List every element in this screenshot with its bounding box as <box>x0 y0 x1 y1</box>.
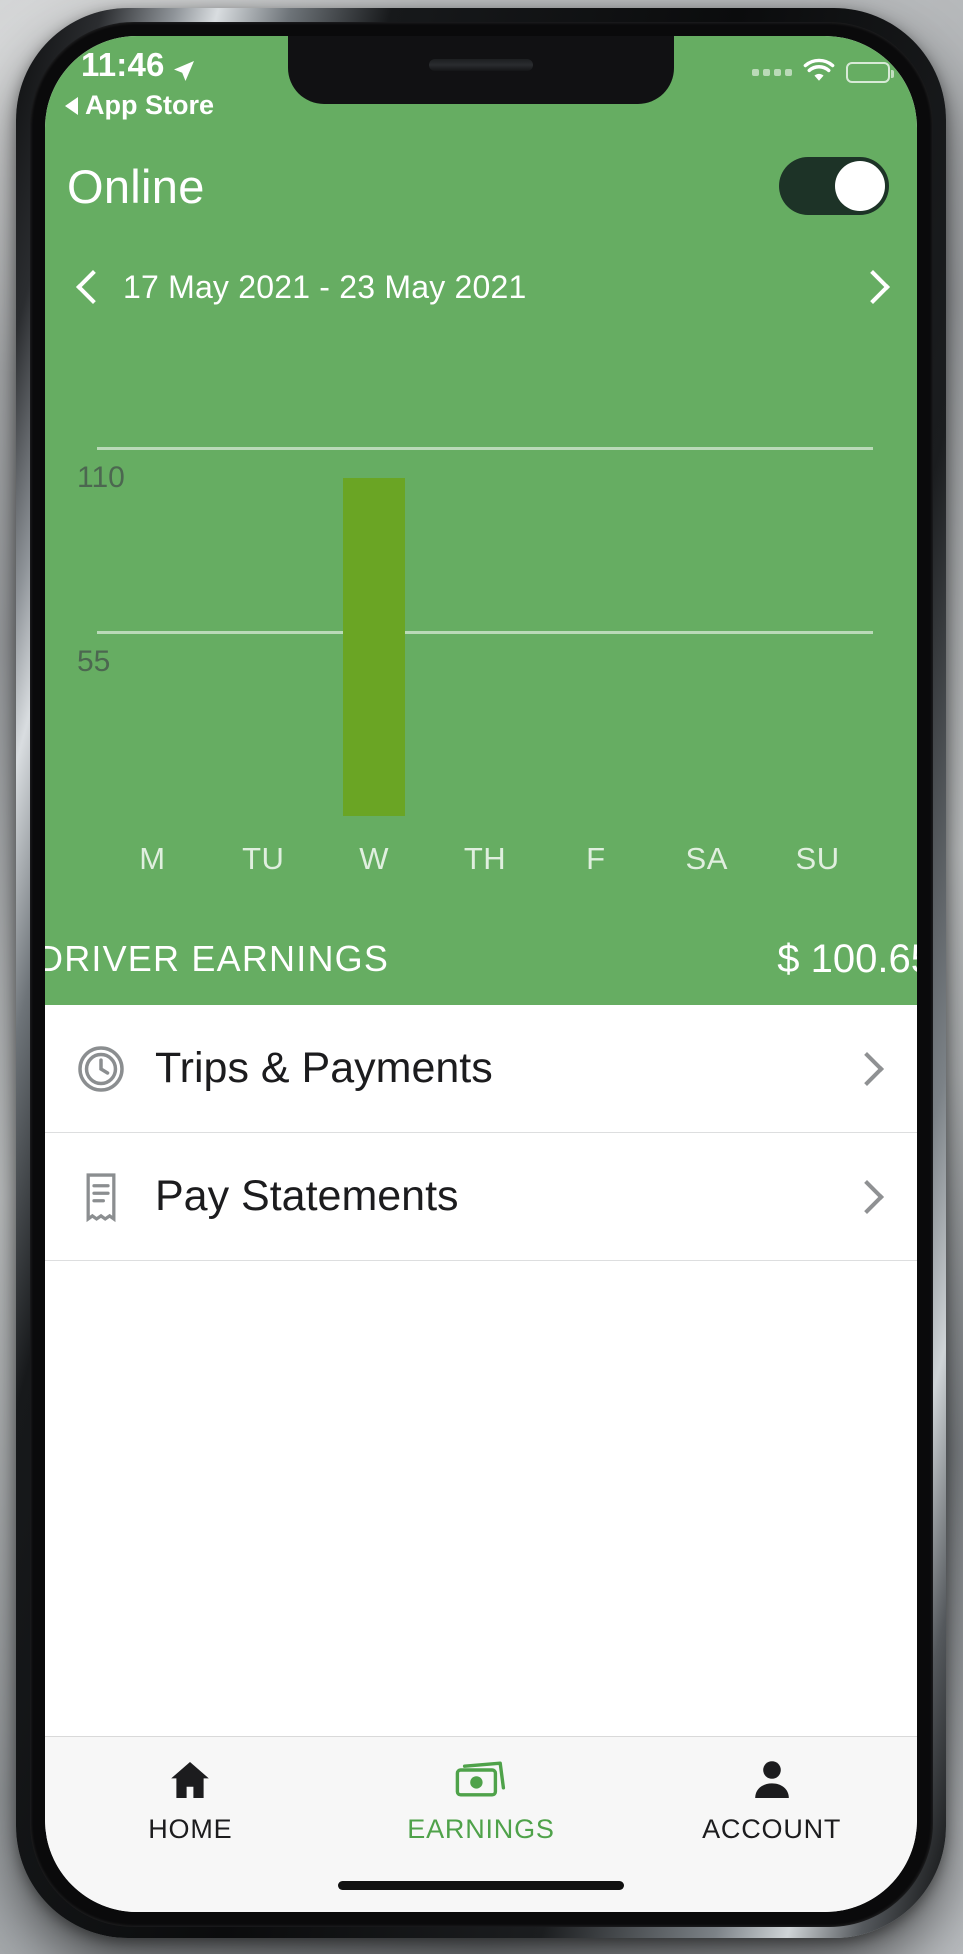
chart-bar-slot <box>762 356 873 816</box>
page-title: Online <box>67 159 205 213</box>
chart-x-label: TH <box>463 841 507 876</box>
signal-dots-icon <box>752 68 792 76</box>
chart-x-label: M <box>139 841 166 876</box>
screenshot-scene: 11:46 App Store Online 17 May 2021 - 23 … <box>0 0 963 1954</box>
chart-bar-slot <box>651 356 762 816</box>
chart-bar-slot <box>430 356 541 816</box>
earnings-menu-list: Trips & Payments Pay Statements <box>45 1005 917 1736</box>
device-notch <box>288 36 674 104</box>
chart-bar-slot <box>208 356 319 816</box>
chart-bars <box>97 356 873 816</box>
chart-x-label: SU <box>795 841 840 876</box>
driver-earnings-summary: DRIVER EARNINGS $ 100.65 <box>45 913 917 1005</box>
location-arrow-icon <box>172 53 196 81</box>
status-bar-right <box>752 56 894 88</box>
wifi-icon <box>803 56 835 88</box>
chart-x-label: SA <box>685 841 728 876</box>
chevron-right-icon <box>855 1179 877 1215</box>
back-link-label: App Store <box>85 90 215 120</box>
next-week-button[interactable] <box>859 267 885 307</box>
online-status-row: Online <box>45 132 917 240</box>
list-item-trips-payments[interactable]: Trips & Payments <box>45 1005 917 1133</box>
chart-bar-slot <box>540 356 651 816</box>
tab-label: ACCOUNT <box>702 1814 842 1844</box>
chevron-right-icon <box>855 1051 877 1087</box>
date-range-nav: 17 May 2021 - 23 May 2021 <box>45 244 917 330</box>
home-icon <box>166 1755 214 1805</box>
tab-account[interactable]: ACCOUNT <box>626 1755 917 1845</box>
list-item-label: Pay Statements <box>155 1172 459 1220</box>
chart-x-label: W <box>359 841 390 876</box>
chart-x-label: TU <box>242 841 285 876</box>
tab-home[interactable]: HOME <box>45 1755 336 1845</box>
chart-plot-area: 110 55 <box>77 356 873 816</box>
battery-low-icon <box>846 61 894 83</box>
status-bar-left: 11:46 <box>81 46 196 84</box>
tab-label: HOME <box>148 1814 233 1844</box>
earpiece-speaker <box>429 59 533 71</box>
driver-earnings-value: $ 100.65 <box>777 936 917 981</box>
date-range-label: 17 May 2021 - 23 May 2021 <box>123 268 527 305</box>
list-item-label: Trips & Payments <box>155 1044 493 1092</box>
chart-bar-slot <box>319 356 430 816</box>
chart-bar <box>343 478 406 816</box>
home-indicator[interactable] <box>338 1881 624 1890</box>
cash-icon <box>455 1755 507 1805</box>
driver-earnings-label: DRIVER EARNINGS <box>45 938 390 979</box>
weekly-earnings-chart: 110 55 M TU W TH F SA SU <box>45 336 917 896</box>
list-item-pay-statements[interactable]: Pay Statements <box>45 1133 917 1261</box>
toggle-knob <box>835 161 885 211</box>
earnings-header-panel: 11:46 App Store Online 17 May 2021 - 23 … <box>45 36 917 1005</box>
receipt-icon <box>73 1169 129 1225</box>
back-triangle-icon <box>65 96 78 115</box>
phone-screen: 11:46 App Store Online 17 May 2021 - 23 … <box>45 36 917 1912</box>
bottom-tab-bar: HOME EARNINGS ACCOUNT <box>45 1736 917 1912</box>
tab-earnings[interactable]: EARNINGS <box>336 1755 627 1845</box>
clock-history-icon <box>73 1041 129 1097</box>
prev-week-button[interactable] <box>77 267 103 307</box>
tab-label: EARNINGS <box>407 1814 555 1844</box>
chart-x-axis-labels: M TU W TH F SA SU <box>97 841 873 877</box>
online-toggle[interactable] <box>779 157 889 215</box>
chart-x-label: F <box>586 841 606 876</box>
back-to-app-store-link[interactable]: App Store <box>65 90 214 121</box>
chart-bar-slot <box>97 356 208 816</box>
status-time: 11:46 <box>81 46 165 83</box>
person-icon <box>748 1755 796 1805</box>
